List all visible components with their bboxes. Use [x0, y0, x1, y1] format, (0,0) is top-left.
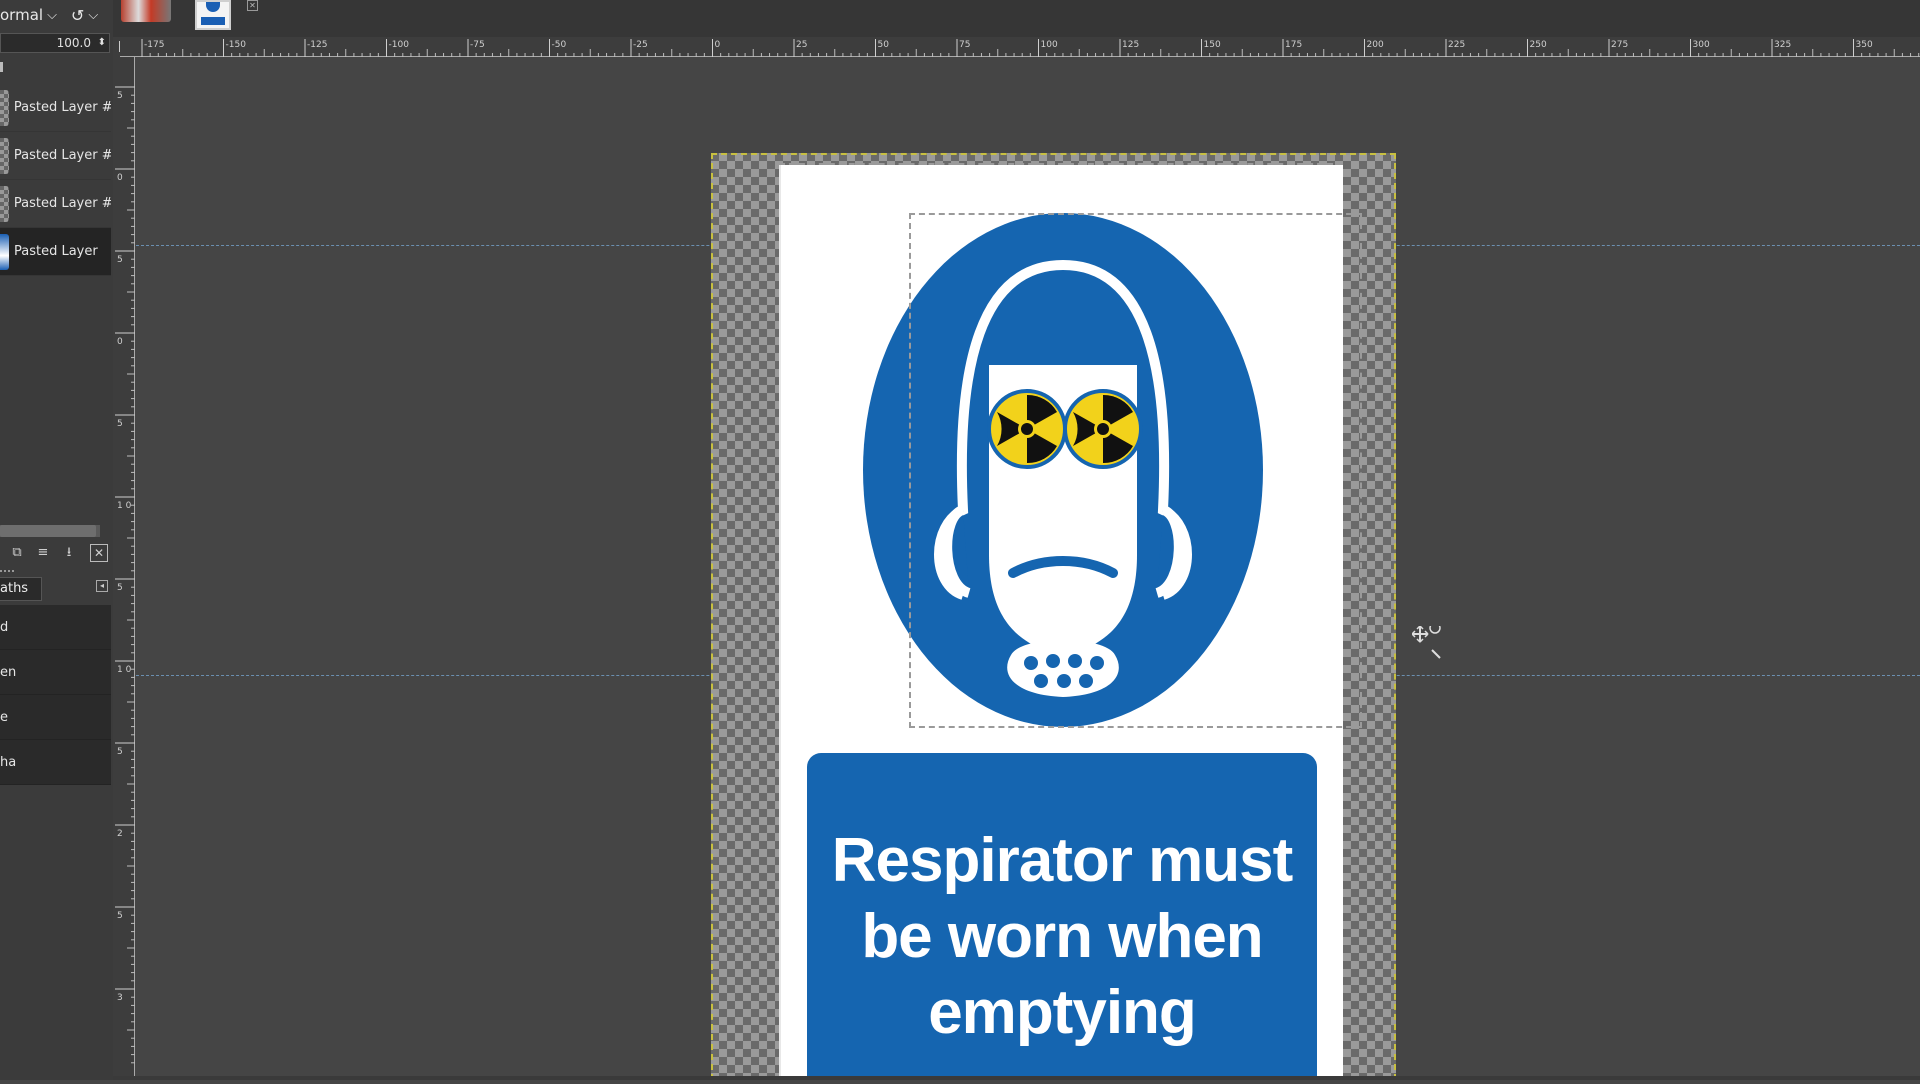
layer-name: Pasted Layer #: [13, 148, 111, 163]
ruler-label: 250: [1530, 40, 1547, 50]
merge-icon[interactable]: ⭳: [60, 544, 78, 562]
ruler-label: -125: [307, 40, 327, 50]
layer-row-active[interactable]: Pasted Layer: [0, 228, 111, 276]
ruler-label: 3: [117, 993, 123, 1003]
ruler-label: 0: [117, 173, 123, 183]
ruler-label: 275: [1611, 40, 1628, 50]
ruler-label: 325: [1774, 40, 1791, 50]
ruler-label: 5: [117, 911, 123, 921]
ruler-label: -25: [633, 40, 648, 50]
layer-mode-select[interactable]: ormal: [0, 6, 43, 24]
ruler-label: 0: [117, 337, 123, 347]
ruler-label: 1 0: [117, 665, 132, 675]
ruler-label: 75: [959, 40, 970, 50]
layers-scrollbar-thumb[interactable]: [0, 525, 96, 537]
ruler-label: -75: [470, 40, 485, 50]
chevron-down-icon[interactable]: ⌵: [47, 8, 57, 23]
lock-icon[interactable]: [0, 62, 3, 72]
opacity-field[interactable]: 100.0 ⬍: [0, 33, 110, 53]
channel-item[interactable]: ha: [0, 740, 111, 785]
ruler-label: 225: [1448, 40, 1465, 50]
panel-divider[interactable]: [0, 570, 14, 572]
layer-list: Pasted Layer # Pasted Layer # Pasted Lay…: [0, 84, 111, 276]
ruler-label: -150: [226, 40, 247, 50]
ruler-label: 0: [715, 40, 721, 50]
ruler-label: 350: [1856, 40, 1873, 50]
left-dock: ormal ⌵ ↺ ⌵ 100.0 ⬍ Pasted Layer # Paste…: [0, 0, 113, 1080]
layer-buttons: ⧉ ≡ ⭳ ✕: [0, 542, 113, 564]
image-canvas[interactable]: Respirator must be worn when emptying: [711, 153, 1396, 1080]
layer-boundary: [711, 153, 1396, 1080]
ruler-label: 125: [1122, 40, 1139, 50]
ruler-label: 25: [796, 40, 807, 50]
layer-row[interactable]: Pasted Layer #: [0, 132, 111, 180]
delete-icon[interactable]: ✕: [90, 544, 108, 562]
vertical-ruler-ticks: 5 0 5 0 5 1 0 0 5 1 0 5 2 5 3: [115, 86, 140, 1064]
chevron-down-icon[interactable]: ⌵: [88, 8, 98, 23]
ruler-label: 5: [117, 255, 123, 265]
close-icon[interactable]: ✕: [247, 0, 258, 11]
ruler-label: 175: [1285, 40, 1302, 50]
tab-paths[interactable]: aths: [0, 577, 42, 601]
undo-icon[interactable]: ↺: [71, 6, 84, 25]
layer-thumbnail: [0, 89, 9, 126]
ruler-label: 200: [1367, 40, 1384, 50]
panel-menu-icon[interactable]: ◂: [96, 580, 108, 592]
layer-name: Pasted Layer: [14, 244, 98, 259]
image-tab-thumbnail[interactable]: [121, 0, 171, 22]
layer-thumbnail: [0, 185, 9, 222]
ruler-label: 5: [117, 747, 123, 757]
opacity-value[interactable]: 100.0: [57, 36, 91, 50]
image-tabs: ✕: [113, 0, 1920, 37]
ruler-label: -100: [389, 40, 410, 50]
raise-layer-icon[interactable]: ⧉: [8, 544, 26, 562]
layer-name: Pasted Layer #: [13, 100, 111, 115]
channel-item[interactable]: en: [0, 650, 111, 695]
horizontal-ruler[interactable]: -175 -150 -125 -100 -75 -50 -25 0 25 50 75 100 125 15…: [120, 37, 1920, 57]
layer-row[interactable]: Pasted Layer #: [0, 84, 111, 132]
image-tab-thumbnail-active[interactable]: [195, 0, 231, 30]
layer-name: Pasted Layer #: [13, 196, 111, 211]
ruler-label: -175: [144, 40, 164, 50]
layer-thumbnail: [0, 233, 9, 270]
ruler-label: 100: [1041, 40, 1058, 50]
ruler-label: 5: [117, 419, 123, 429]
ruler-label: 2: [117, 829, 123, 839]
anchor-icon[interactable]: ≡: [34, 544, 52, 562]
ruler-label: 1 0 0: [117, 501, 135, 511]
ruler-label: 150: [1204, 40, 1221, 50]
channel-item[interactable]: e: [0, 695, 111, 740]
ruler-label: 5: [117, 91, 123, 101]
layer-thumbnail: [0, 137, 9, 174]
ruler-label: 300: [1693, 40, 1710, 50]
layer-row[interactable]: Pasted Layer #: [0, 180, 111, 228]
ruler-label: -50: [552, 40, 567, 50]
spin-icon[interactable]: ⬍: [98, 34, 106, 52]
channel-item[interactable]: d: [0, 605, 111, 650]
vertical-ruler[interactable]: 5 0 5 0 5 1 0 0 5 1 0 5 2 5 3: [113, 57, 140, 1080]
horizontal-ruler-ticks: -175 -150 -125 -100 -75 -50 -25 0 25 50 75 100 125 15…: [141, 39, 1920, 57]
layer-mode-row[interactable]: ormal ⌵ ↺ ⌵: [0, 0, 113, 30]
channel-list: d en e ha: [0, 605, 111, 785]
move-cursor-icon: [1412, 626, 1441, 659]
ruler-label: 5: [117, 583, 123, 593]
status-edge: [113, 1076, 1920, 1080]
ruler-label: 50: [878, 40, 890, 50]
